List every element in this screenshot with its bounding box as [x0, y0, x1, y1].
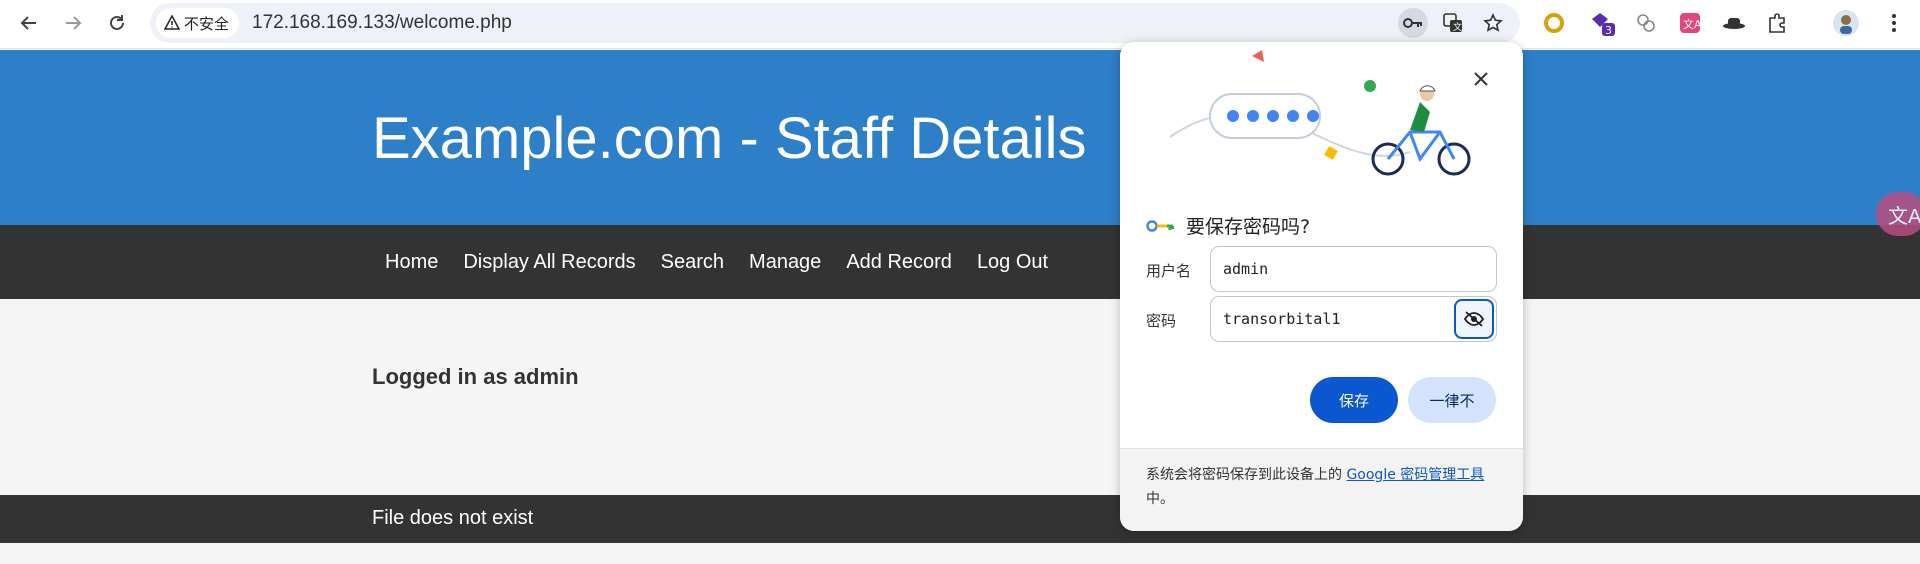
bicycle-illustration [1169, 50, 1471, 176]
browser-toolbar: 不安全 172.168.169.133/welcome.php 文 3 文A [0, 0, 1920, 49]
circles-icon [1637, 14, 1655, 32]
translate-page-button[interactable]: 文 [1438, 8, 1468, 38]
site-title: Example.com - Staff Details [372, 106, 1087, 171]
browser-menu-button[interactable] [1878, 7, 1910, 39]
extensions-menu-button[interactable] [1762, 7, 1794, 39]
username-value: admin [1223, 260, 1269, 278]
hat-icon [1723, 18, 1745, 29]
footer-prefix: 系统会将密码保存到此设备上的 [1146, 467, 1347, 483]
bookmark-button[interactable] [1478, 8, 1508, 38]
url-text[interactable]: 172.168.169.133/welcome.php [252, 12, 512, 34]
security-chip[interactable]: 不安全 [156, 8, 240, 38]
extension-circles-button[interactable] [1630, 7, 1662, 39]
footer-suffix: 中。 [1146, 491, 1174, 507]
eye-off-icon [1464, 311, 1484, 327]
password-key-icon [1146, 219, 1174, 232]
extension-translate-button[interactable]: 文A [1674, 7, 1706, 39]
warning-icon [164, 15, 180, 30]
avatar-icon [1833, 10, 1859, 36]
password-value: transorbital1 [1223, 310, 1341, 328]
extension-badge: 3 [1605, 24, 1612, 37]
forward-button[interactable] [56, 6, 90, 40]
dialog-title: 要保存密码吗? [1186, 216, 1311, 238]
star-icon [1483, 13, 1503, 32]
nav-add-record[interactable]: Add Record [846, 251, 952, 274]
nav-home[interactable]: Home [385, 251, 438, 274]
svg-text:文A: 文A [1683, 17, 1701, 31]
never-button[interactable]: 一律不 [1408, 377, 1496, 423]
reload-button[interactable] [100, 6, 134, 40]
translate-icon: 文 [1443, 13, 1462, 33]
key-icon [1403, 18, 1422, 28]
logged-in-status: Logged in as admin [372, 364, 579, 389]
site-footer: File does not exist [0, 495, 1920, 543]
kebab-menu-icon [1892, 14, 1896, 32]
extension-gem-button[interactable]: 3 [1586, 7, 1618, 39]
extension-ring-button[interactable] [1538, 7, 1570, 39]
arrow-right-icon [66, 16, 82, 30]
main-content: Logged in as admin [0, 299, 1920, 495]
toggle-password-visibility-button[interactable] [1454, 299, 1494, 339]
address-bar[interactable]: 不安全 172.168.169.133/welcome.php 文 [150, 3, 1520, 43]
svg-text:文: 文 [1453, 21, 1462, 33]
password-key-button[interactable] [1398, 8, 1428, 38]
nav-manage[interactable]: Manage [749, 251, 821, 274]
password-label: 密码 [1146, 312, 1177, 330]
username-field[interactable]: admin [1210, 246, 1497, 292]
nav-log-out[interactable]: Log Out [977, 251, 1048, 274]
dialog-footer: 系统会将密码保存到此设备上的 Google 密码管理工具中。 [1120, 448, 1523, 531]
floating-translate-label: 文A [1888, 205, 1920, 228]
save-button[interactable]: 保存 [1310, 377, 1398, 423]
ring-icon [1544, 13, 1564, 33]
nav-display-all-records[interactable]: Display All Records [463, 251, 635, 274]
reload-icon [110, 15, 124, 30]
close-icon [1474, 72, 1488, 86]
arrow-left-icon [20, 16, 36, 30]
extension-hat-button[interactable] [1718, 7, 1750, 39]
nav-search[interactable]: Search [661, 251, 724, 274]
site-navbar: Home Display All Records Search Manage A… [0, 225, 1920, 299]
pink-translate-icon: 文A [1680, 13, 1701, 33]
floating-translate-button[interactable]: 文A [1876, 192, 1920, 236]
password-field[interactable]: transorbital1 [1210, 296, 1497, 342]
password-manager-link[interactable]: Google 密码管理工具 [1346, 467, 1484, 483]
save-password-dialog: 要保存密码吗? 用户名 admin 密码 transorbital1 保存 一律… [1120, 42, 1523, 531]
profile-avatar[interactable] [1830, 7, 1862, 39]
puzzle-icon [1769, 13, 1785, 33]
username-label: 用户名 [1146, 262, 1192, 280]
footer-text: File does not exist [372, 507, 534, 529]
back-button[interactable] [12, 6, 46, 40]
gem-icon: 3 [1592, 13, 1615, 37]
security-label: 不安全 [184, 15, 230, 33]
close-button[interactable] [1466, 64, 1496, 94]
site-header: Example.com - Staff Details [0, 50, 1920, 225]
